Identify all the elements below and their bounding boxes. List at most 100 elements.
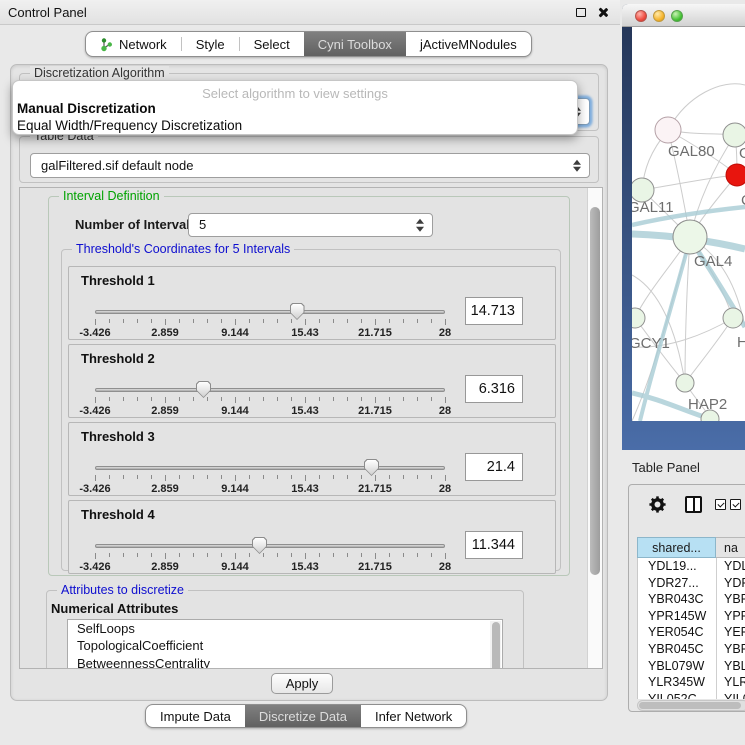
tab-impute-data[interactable]: Impute Data — [146, 705, 245, 727]
tick-label: 2.859 — [151, 561, 179, 573]
float-panel-icon[interactable] — [576, 8, 586, 17]
tick-mark — [95, 475, 96, 481]
numerical-attributes-list: SelfLoopsTopologicalCoefficientBetweenne… — [67, 619, 503, 669]
tick-mark — [305, 397, 306, 403]
tab-discretize-data[interactable]: Discretize Data — [245, 705, 361, 727]
tick-mark — [235, 319, 236, 325]
tab-label: Impute Data — [160, 709, 231, 724]
table-panel-title: Table Panel — [632, 460, 700, 475]
tab-select[interactable]: Select — [240, 32, 304, 56]
table-panel: shared...na YDL19...YDL1YDR27...YDR2YBR0… — [628, 484, 745, 712]
column-header-1[interactable]: na — [716, 537, 745, 558]
threshold-2-slider: -3.4262.8599.14415.4321.71528 — [95, 381, 445, 417]
tab-style[interactable]: Style — [182, 32, 239, 56]
tick-mark — [179, 319, 180, 323]
attributes-group: Attributes to discretize Numerical Attri… — [46, 590, 524, 669]
node-h[interactable] — [723, 308, 743, 328]
tick-label: 2.859 — [151, 327, 179, 339]
number-of-intervals-value: 5 — [189, 214, 432, 236]
tick-mark — [291, 553, 292, 557]
tick-mark — [165, 319, 166, 325]
apply-button[interactable]: Apply — [271, 673, 333, 694]
settings-gear-icon[interactable] — [649, 496, 666, 518]
tick-label: 9.144 — [221, 483, 249, 495]
slider-handle[interactable] — [252, 537, 267, 554]
node-gal4[interactable] — [673, 220, 707, 254]
tick-mark — [207, 397, 208, 401]
slider-track[interactable] — [95, 466, 445, 470]
attribute-list-item[interactable]: BetweennessCentrality — [68, 655, 502, 669]
settings-vertical-scrollbar[interactable] — [587, 188, 602, 668]
tick-mark — [431, 475, 432, 479]
threshold-1-value-field[interactable]: 14.713 — [465, 297, 523, 325]
attribute-list-item[interactable]: SelfLoops — [68, 620, 502, 638]
slider-handle[interactable] — [364, 459, 379, 476]
table-row[interactable]: YPR145WYPR1 — [638, 608, 745, 625]
table-header-row: shared...na — [637, 537, 745, 558]
checkbox-pair-icon[interactable] — [715, 499, 745, 510]
threshold-3-value-field[interactable]: 21.4 — [465, 453, 523, 481]
node-selected-red[interactable] — [726, 164, 745, 186]
control-panel-titlebar: Control Panel — [0, 0, 620, 25]
slider-track[interactable] — [95, 310, 445, 314]
threshold-4-value-field[interactable]: 11.344 — [465, 531, 523, 559]
tick-label: 15.43 — [291, 561, 319, 573]
tick-mark — [389, 553, 390, 557]
dropdown-option-equal-width-frequency-discretization[interactable]: Equal Width/Frequency Discretization — [13, 117, 577, 134]
table-horizontal-scrollbar[interactable] — [637, 700, 745, 711]
network-canvas[interactable]: GAL80GAL11GAL4GCY1HAP2GACH — [632, 27, 745, 421]
tick-mark — [375, 397, 376, 403]
slider-handle[interactable] — [196, 381, 211, 398]
node-top-right[interactable] — [723, 123, 745, 147]
column-header-0[interactable]: shared... — [637, 537, 716, 558]
cell-name: YLR3 — [717, 674, 745, 691]
attribute-list-item[interactable]: TopologicalCoefficient — [68, 638, 502, 656]
table-row[interactable]: YBR045CYBR0 — [638, 641, 745, 658]
tick-mark — [445, 319, 446, 325]
tick-label: -3.426 — [79, 327, 110, 339]
table-row[interactable]: YLR345WYLR3 — [638, 674, 745, 691]
tab-cyni-toolbox[interactable]: Cyni Toolbox — [304, 32, 406, 56]
cell-name: YBR0 — [717, 591, 745, 608]
tick-label: -3.426 — [79, 405, 110, 417]
table-row[interactable]: YBL079WYBL0 — [638, 658, 745, 675]
list-scrollbar[interactable] — [490, 621, 501, 669]
slider-handle[interactable] — [290, 303, 305, 320]
column-layout-icon[interactable] — [685, 496, 702, 513]
tab-infer-network[interactable]: Infer Network — [361, 705, 466, 727]
node-gcy1[interactable] — [632, 308, 645, 328]
tab-network[interactable]: Network — [86, 32, 181, 56]
tick-mark — [277, 397, 278, 401]
tick-label: 2.859 — [151, 483, 179, 495]
tick-mark — [319, 397, 320, 401]
tick-mark — [249, 319, 250, 323]
node-hap2[interactable] — [676, 374, 694, 392]
slider-track[interactable] — [95, 544, 445, 548]
tab-jactivemnodules[interactable]: jActiveMNodules — [406, 32, 531, 56]
zoom-window-icon[interactable] — [671, 10, 683, 22]
tick-mark — [263, 319, 264, 323]
table-row[interactable]: YDL19...YDL1 — [638, 558, 745, 575]
numerical-attributes-label: Numerical Attributes — [51, 601, 178, 616]
number-of-intervals-combobox[interactable]: 5 — [188, 213, 433, 237]
node-gal80[interactable] — [655, 117, 681, 143]
table-row[interactable]: YDR27...YDR2 — [638, 575, 745, 592]
threshold-2-value-field[interactable]: 6.316 — [465, 375, 523, 403]
tick-label: -3.426 — [79, 483, 110, 495]
table-data-combobox[interactable]: galFiltered.sif default node — [30, 153, 590, 178]
tick-mark — [277, 475, 278, 479]
node-label: GA — [739, 145, 745, 162]
tick-label: 21.715 — [358, 327, 392, 339]
minimize-window-icon[interactable] — [653, 10, 665, 22]
control-panel: Control Panel NetworkStyleSelectCyni Too… — [0, 0, 620, 745]
table-row[interactable]: YBR043CYBR0 — [638, 591, 745, 608]
close-icon[interactable] — [597, 7, 608, 18]
table-row[interactable]: YER054CYER0 — [638, 624, 745, 641]
slider-track[interactable] — [95, 388, 445, 392]
tick-mark — [221, 397, 222, 401]
table-row[interactable]: YIL052CYIL0 — [638, 691, 745, 699]
dropdown-option-manual-discretization[interactable]: Manual Discretization — [13, 100, 577, 117]
tick-mark — [445, 553, 446, 559]
close-window-icon[interactable] — [635, 10, 647, 22]
tick-label: 21.715 — [358, 561, 392, 573]
